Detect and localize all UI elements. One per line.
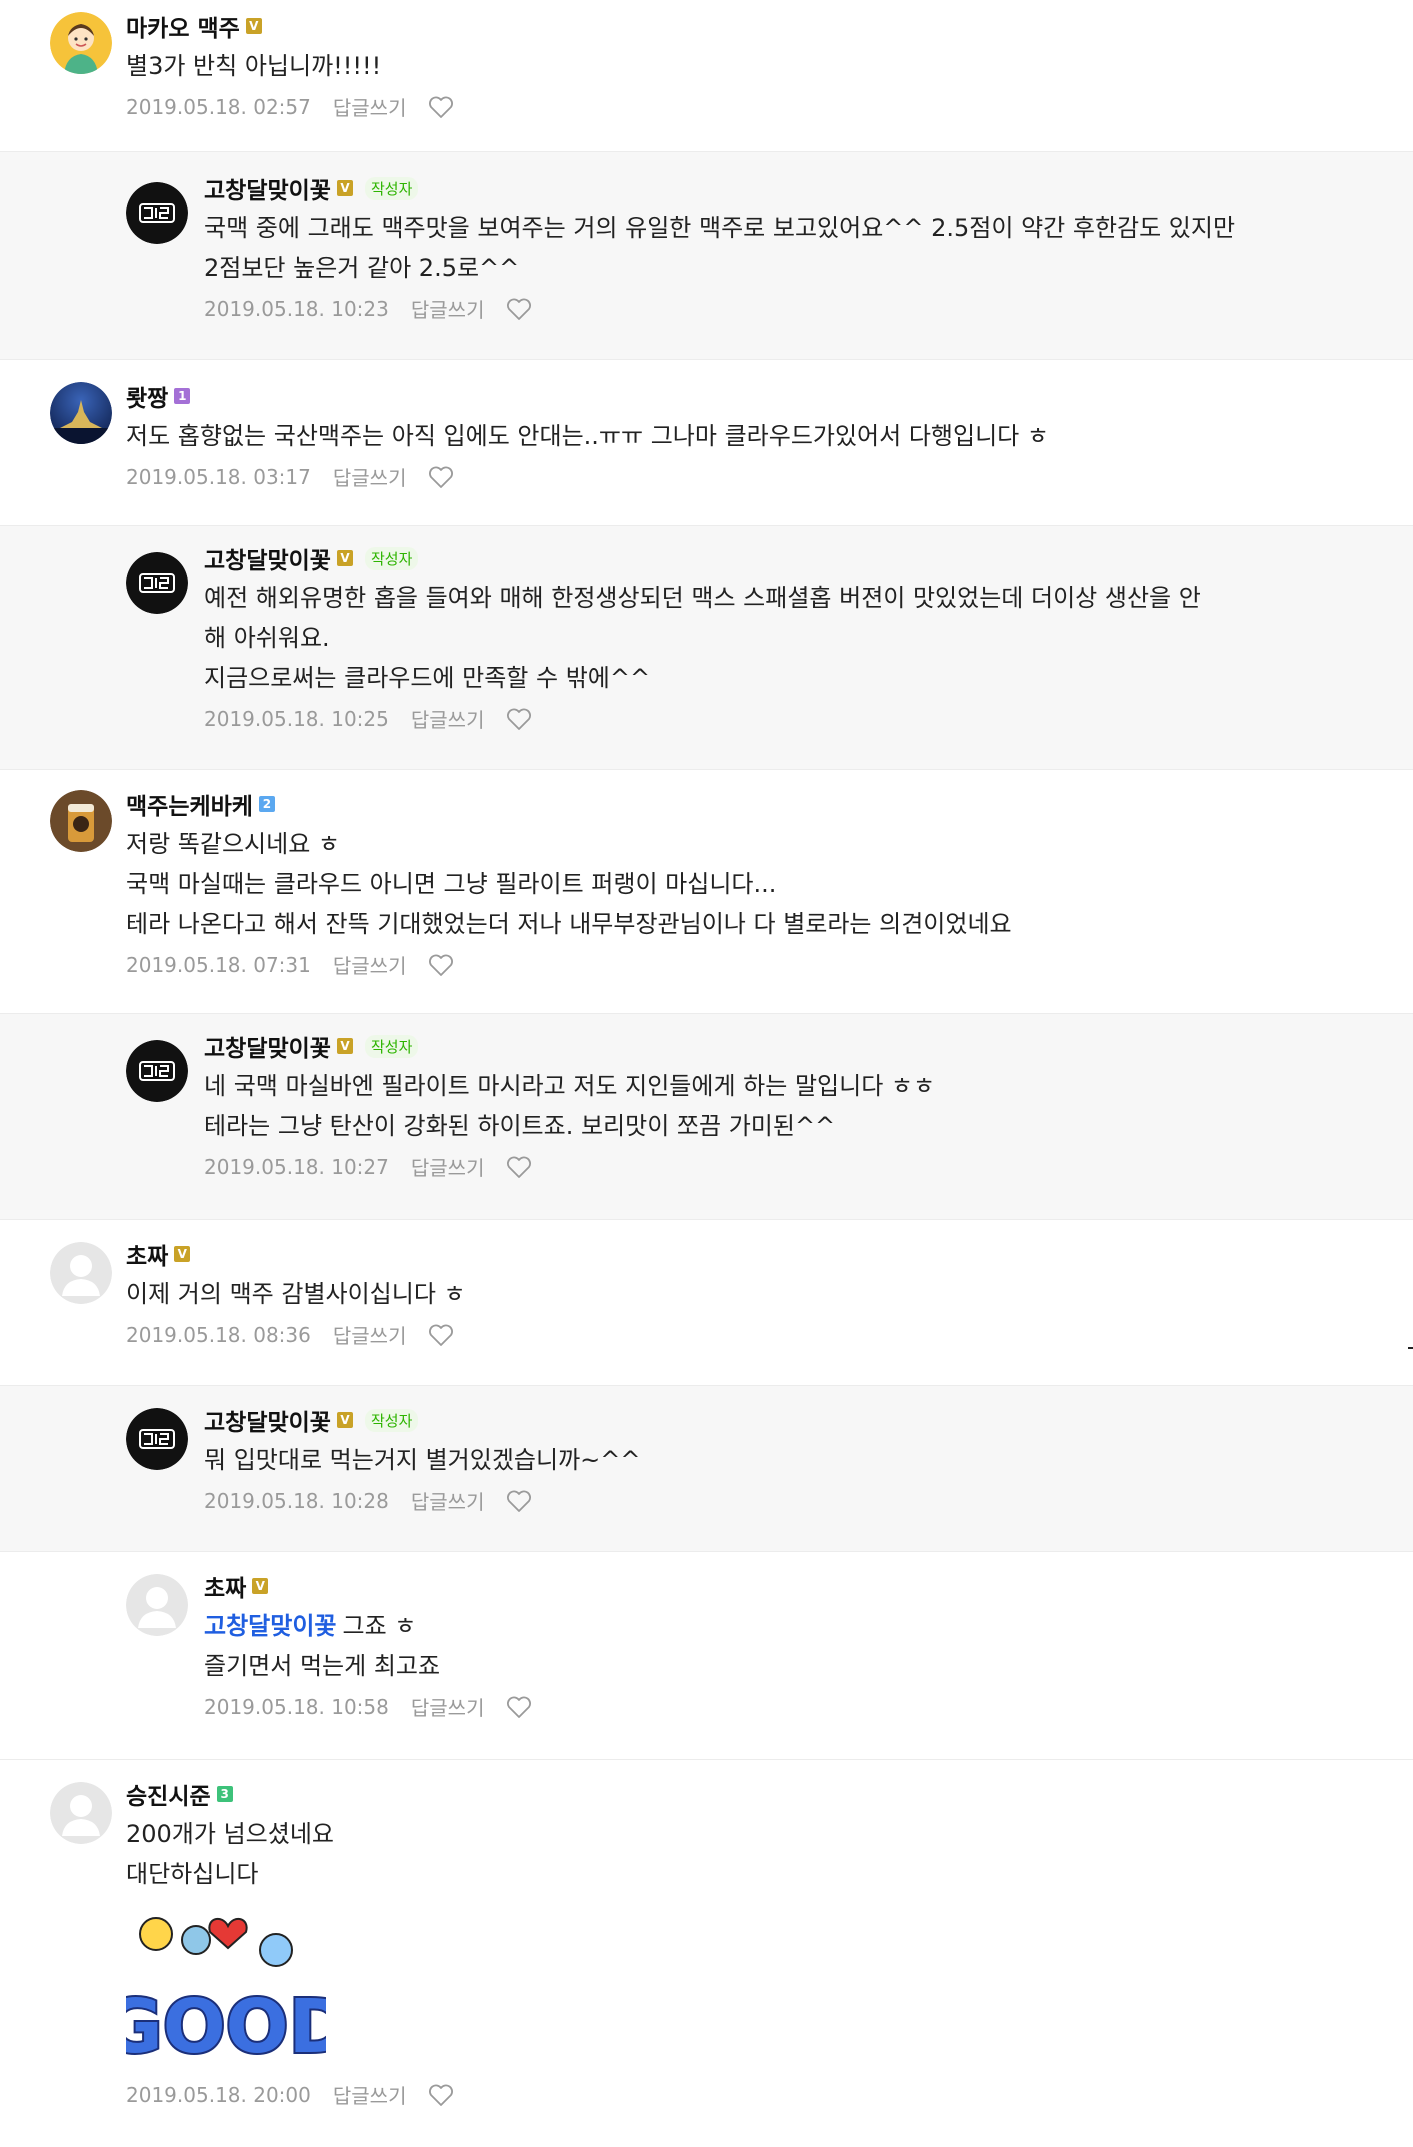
member-level-badge: V — [336, 1412, 353, 1428]
author-tag: 작성자 — [364, 176, 419, 200]
member-level-badge: V — [174, 1246, 191, 1262]
sticker-text: GOOD — [126, 1984, 326, 2070]
avatar[interactable] — [50, 790, 112, 852]
comment-item: 맥주는케바케 2 저랑 똑같으시네요 ㅎ 국맥 마실때는 클라우드 아니면 그냥 … — [0, 770, 1413, 1014]
like-heart-icon[interactable] — [506, 1155, 532, 1179]
avatar[interactable] — [50, 382, 112, 444]
comment-date: 2019.05.18. 02:57 — [126, 94, 311, 119]
like-heart-icon[interactable] — [428, 953, 454, 977]
nickname[interactable]: 초짜 — [204, 1569, 246, 1603]
member-level-badge: 1 — [174, 388, 191, 404]
reply-item: 초짜 V 고창달맞이꽃 그죠 ㅎ 즐기면서 먹는게 최고죠 2019.05.18. … — [0, 1552, 1413, 1760]
avatar[interactable] — [50, 12, 112, 74]
avatar[interactable] — [50, 1782, 112, 1844]
comment-date: 2019.05.18. 10:28 — [204, 1488, 389, 1513]
comment-date: 2019.05.18. 10:58 — [204, 1694, 389, 1719]
nickname[interactable]: 초짜 — [126, 1237, 168, 1271]
comment-date: 2019.05.18. 03:17 — [126, 464, 311, 489]
comment-item: 승진시준 3 200개가 넘으셨네요 대단하십니다 GOOD 2019.05.18… — [0, 1760, 1413, 2147]
comment-text: 예전 해외유명한 홉을 들여와 매해 한정생상되던 맥스 스패셜홉 버젼이 맛있… — [204, 584, 1201, 692]
author-tag: 작성자 — [364, 1034, 419, 1058]
comment-text: 200개가 넘으셨네요 대단하십니다 — [126, 1820, 334, 1888]
avatar[interactable] — [126, 1574, 188, 1636]
like-heart-icon[interactable] — [428, 2083, 454, 2107]
like-heart-icon[interactable] — [428, 1323, 454, 1347]
reply-button[interactable]: 답글쓰기 — [411, 1486, 485, 1515]
author-tag: 작성자 — [364, 546, 419, 570]
member-level-badge: V — [336, 550, 353, 566]
like-heart-icon[interactable] — [506, 707, 532, 731]
good-sticker: GOOD — [100, 1904, 352, 2074]
comment-text: 국맥 중에 그래도 맥주맛을 보여주는 거의 유일한 맥주로 보고있어요^^ 2… — [204, 214, 1236, 282]
comment-item: 마카오 맥주 V 별3가 반칙 아닙니까!!!!! 2019.05.18. 02:… — [0, 0, 1413, 152]
reply-button[interactable]: 답글쓰기 — [411, 704, 485, 733]
member-level-badge: 2 — [258, 796, 275, 812]
reply-item: 고창달맞이꽃 V 작성자 뭐 입맛대로 먹는거지 별거있겠습니까~^^ 2019.0… — [0, 1386, 1413, 1552]
reply-button[interactable]: 답글쓰기 — [333, 92, 407, 121]
comment-text: 별3가 반칙 아닙니까!!!!! — [126, 52, 382, 80]
author-tag: 작성자 — [364, 1408, 419, 1432]
nickname[interactable]: 승진시준 — [126, 1777, 211, 1811]
nickname[interactable]: 고창달맞이꽃 — [204, 541, 331, 575]
member-level-badge: V — [336, 1038, 353, 1054]
like-heart-icon[interactable] — [506, 297, 532, 321]
mention-link[interactable]: 고창달맞이꽃 — [204, 1612, 336, 1640]
comment-date: 2019.05.18. 07:31 — [126, 952, 311, 977]
member-level-badge: V — [245, 18, 262, 34]
reply-button[interactable]: 답글쓰기 — [333, 462, 407, 491]
nickname[interactable]: 뢋짱 — [126, 379, 168, 413]
reply-button[interactable]: 답글쓰기 — [333, 2080, 407, 2109]
scroll-marker — [1408, 1347, 1413, 1349]
comment-date: 2019.05.18. 10:27 — [204, 1154, 389, 1179]
reply-item: 고창달맞이꽃 V 작성자 국맥 중에 그래도 맥주맛을 보여주는 거의 유일한 맥주… — [0, 152, 1413, 360]
comment-text: 저랑 똑같으시네요 ㅎ 국맥 마실때는 클라우드 아니면 그냥 필라이트 퍼랭이… — [126, 830, 1012, 938]
avatar[interactable] — [126, 552, 188, 614]
avatar[interactable] — [126, 1040, 188, 1102]
comment-text: 뭐 입맛대로 먹는거지 별거있겠습니까~^^ — [204, 1446, 641, 1474]
member-level-badge: V — [252, 1578, 269, 1594]
comment-text: 이제 거의 맥주 감별사이십니다 ㅎ — [126, 1280, 466, 1308]
member-level-badge: 3 — [216, 1786, 233, 1802]
comment-item: 뢋짱 1 저도 홉향없는 국산맥주는 아직 입에도 안대는..ㅠㅠ 그나마 클라우… — [0, 360, 1413, 526]
avatar[interactable] — [50, 1242, 112, 1304]
comment-text: 고창달맞이꽃 그죠 ㅎ 즐기면서 먹는게 최고죠 — [204, 1606, 532, 1686]
comment-date: 2019.05.18. 10:25 — [204, 706, 389, 731]
nickname[interactable]: 맥주는케바케 — [126, 787, 253, 821]
reply-button[interactable]: 답글쓰기 — [411, 1152, 485, 1181]
comment-date: 2019.05.18. 08:36 — [126, 1322, 311, 1347]
like-heart-icon[interactable] — [428, 95, 454, 119]
comment-date: 2019.05.18. 10:23 — [204, 296, 389, 321]
nickname[interactable]: 고창달맞이꽃 — [204, 171, 331, 205]
like-heart-icon[interactable] — [506, 1489, 532, 1513]
comment-text: 네 국맥 마실바엔 필라이트 마시라고 저도 지인들에게 하는 말입니다 ㅎㅎ … — [204, 1072, 936, 1140]
comment-date: 2019.05.18. 20:00 — [126, 2082, 311, 2107]
reply-button[interactable]: 답글쓰기 — [411, 1692, 485, 1721]
reply-button[interactable]: 답글쓰기 — [411, 294, 485, 323]
avatar[interactable] — [126, 182, 188, 244]
member-level-badge: V — [336, 180, 353, 196]
avatar[interactable] — [126, 1408, 188, 1470]
like-heart-icon[interactable] — [506, 1695, 532, 1719]
reply-item: 고창달맞이꽃 V 작성자 예전 해외유명한 홉을 들여와 매해 한정생상되던 맥스 … — [0, 526, 1413, 770]
comment-text: 저도 홉향없는 국산맥주는 아직 입에도 안대는..ㅠㅠ 그나마 클라우드가있어… — [126, 422, 1049, 450]
comment-list: 마카오 맥주 V 별3가 반칙 아닙니까!!!!! 2019.05.18. 02:… — [0, 0, 1413, 2147]
reply-item: 고창달맞이꽃 V 작성자 네 국맥 마실바엔 필라이트 마시라고 저도 지인들에게 … — [0, 1014, 1413, 1220]
nickname[interactable]: 고창달맞이꽃 — [204, 1403, 331, 1437]
like-heart-icon[interactable] — [428, 465, 454, 489]
nickname[interactable]: 고창달맞이꽃 — [204, 1029, 331, 1063]
nickname[interactable]: 마카오 맥주 — [126, 9, 240, 43]
comment-item: 초짜 V 이제 거의 맥주 감별사이십니다 ㅎ 2019.05.18. 08:36… — [0, 1220, 1413, 1386]
reply-button[interactable]: 답글쓰기 — [333, 1320, 407, 1349]
reply-button[interactable]: 답글쓰기 — [333, 950, 407, 979]
